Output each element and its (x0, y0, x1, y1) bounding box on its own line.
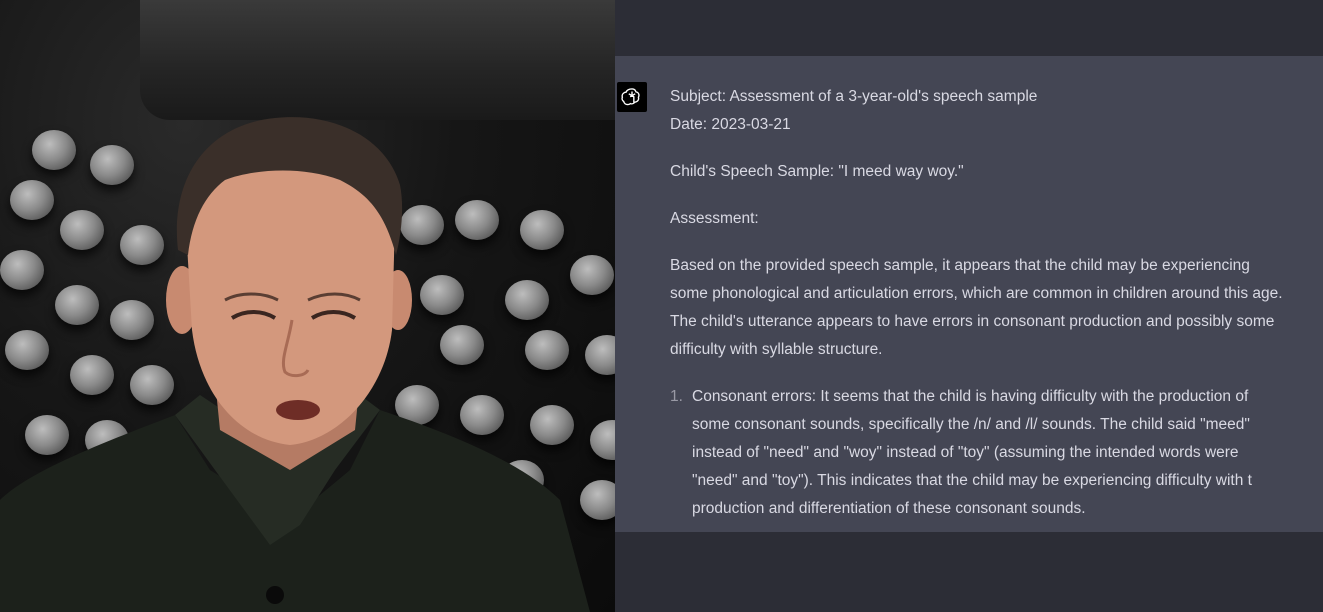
webcam-feed (0, 0, 615, 612)
assessment-list: 1. Consonant errors: It seems that the c… (670, 383, 1320, 523)
chat-panel: Subject: Assessment of a 3-year-old's sp… (615, 0, 1323, 612)
assessment-heading: Assessment: (670, 210, 759, 227)
chat-bottom-area (615, 532, 1323, 612)
assessment-paragraph: Based on the provided speech sample, it … (670, 252, 1320, 364)
presenter-person (0, 117, 590, 612)
openai-logo-icon (617, 82, 647, 112)
list-item-line: some consonant sounds, specifically the … (692, 416, 1250, 433)
assistant-message: Subject: Assessment of a 3-year-old's sp… (615, 56, 1323, 532)
list-item-line: instead of "need" and "woy" instead of "… (692, 444, 1239, 461)
paragraph-line: difficulty with syllable structure. (670, 341, 883, 358)
paragraph-line: Based on the provided speech sample, it … (670, 257, 1250, 274)
date-line: Date: 2023-03-21 (670, 116, 791, 133)
list-item-line: production and differentiation of these … (692, 500, 1086, 517)
list-item: 1. Consonant errors: It seems that the c… (670, 383, 1320, 523)
list-item-number: 1. (670, 388, 683, 405)
chat-top-area (615, 0, 1323, 56)
list-item-line: Consonant errors: It seems that the chil… (692, 388, 1249, 405)
message-text: Subject: Assessment of a 3-year-old's sp… (670, 83, 1320, 523)
list-item-line: "need" and "toy"). This indicates that t… (692, 472, 1252, 489)
paragraph-line: The child's utterance appears to have er… (670, 313, 1275, 330)
subject-line: Subject: Assessment of a 3-year-old's sp… (670, 88, 1038, 105)
speech-sample-line: Child's Speech Sample: "I meed way woy." (670, 163, 964, 180)
paragraph-line: some phonological and articulation error… (670, 285, 1283, 302)
